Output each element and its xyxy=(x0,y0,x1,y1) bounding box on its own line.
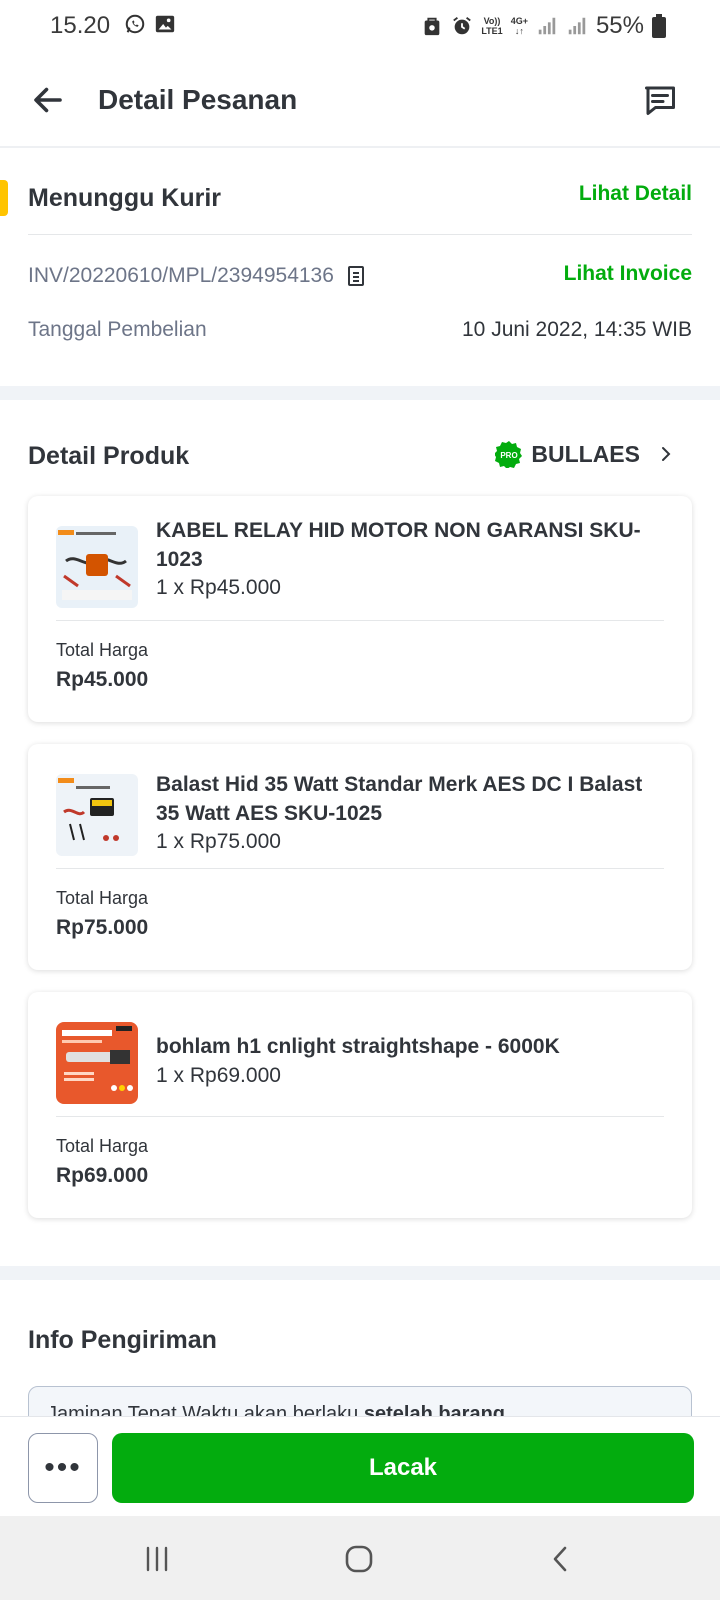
total-price: Rp45.000 xyxy=(56,668,149,691)
shop-name: BULLAES xyxy=(531,440,640,467)
whatsapp-icon xyxy=(125,14,145,34)
section-separator xyxy=(0,386,720,400)
divider xyxy=(56,620,664,621)
signal-icon xyxy=(538,17,556,35)
product-image xyxy=(56,1022,138,1104)
pro-badge-text: PRO xyxy=(501,451,518,460)
total-label: Total Harga xyxy=(56,1136,149,1156)
invoice-row: INV/20220610/MPL/2394954136 xyxy=(28,264,366,288)
purchase-date: 10 Juni 2022, 14:35 WIB xyxy=(462,318,692,341)
alarm-icon xyxy=(453,17,472,35)
product-quantity: 1 x Rp75.000 xyxy=(156,830,281,853)
product-card[interactable]: KABEL RELAY HID MOTOR NON GARANSI SKU-10… xyxy=(28,496,692,722)
track-button[interactable]: Lacak xyxy=(112,1433,694,1503)
divider xyxy=(56,868,664,869)
total-label: Total Harga xyxy=(56,888,149,908)
battery-percent: 55% xyxy=(595,12,644,39)
chevron-right-icon xyxy=(662,447,671,461)
product-name: Balast Hid 35 Watt Standar Merk AES DC I… xyxy=(156,773,643,825)
network-label: 4G+ xyxy=(510,16,528,26)
product-section-title: Detail Produk xyxy=(28,442,190,470)
shipping-section-title: Info Pengiriman xyxy=(28,1326,217,1354)
gallery-icon xyxy=(155,15,175,33)
page-title: Detail Pesanan xyxy=(98,84,298,115)
status-bar: 15.20 Vo)) LTE1 4G+ ↓↑ 55% xyxy=(0,0,720,52)
bottom-action-bar: ••• Lacak xyxy=(0,1416,720,1516)
total-price: Rp75.000 xyxy=(56,916,149,939)
recent-apps-icon[interactable] xyxy=(142,1544,172,1574)
total-price: Rp69.000 xyxy=(56,1164,149,1187)
invoice-number: INV/20220610/MPL/2394954136 xyxy=(28,264,334,287)
total-label: Total Harga xyxy=(56,640,149,660)
signal-icon-2 xyxy=(568,17,586,35)
product-name: KABEL RELAY HID MOTOR NON GARANSI SKU-10… xyxy=(156,519,641,571)
lte-label: LTE1 xyxy=(481,26,503,36)
purchase-date-label: Tanggal Pembelian xyxy=(28,318,207,341)
product-card[interactable]: Balast Hid 35 Watt Standar Merk AES DC I… xyxy=(28,744,692,970)
product-name: bohlam h1 cnlight straightshape - 6000K xyxy=(156,1035,560,1058)
volte-label: Vo)) xyxy=(483,16,501,26)
order-status-section: Menunggu Kurir Lihat Detail INV/20220610… xyxy=(0,150,720,386)
pro-badge-icon: PRO xyxy=(495,441,523,468)
copy-icon[interactable] xyxy=(346,264,366,288)
status-time: 15.20 xyxy=(50,12,111,39)
lihat-detail-link[interactable]: Lihat Detail xyxy=(579,182,692,206)
lihat-invoice-link[interactable]: Lihat Invoice xyxy=(564,262,692,286)
product-image xyxy=(56,774,138,856)
divider xyxy=(28,234,692,235)
product-quantity: 1 x Rp45.000 xyxy=(156,576,281,599)
data-arrows-icon: ↓↑ xyxy=(514,26,524,36)
status-accent xyxy=(0,180,8,216)
home-icon[interactable] xyxy=(344,1544,374,1574)
back-arrow-icon[interactable] xyxy=(30,82,66,118)
more-options-button[interactable]: ••• xyxy=(28,1433,98,1503)
battery-icon xyxy=(652,14,666,38)
product-image xyxy=(56,526,138,608)
order-status-title: Menunggu Kurir xyxy=(28,184,222,212)
section-separator xyxy=(0,1266,720,1280)
back-nav-icon[interactable] xyxy=(546,1544,576,1574)
app-header: Detail Pesanan xyxy=(0,60,720,148)
divider xyxy=(56,1116,664,1117)
chat-icon[interactable] xyxy=(642,82,678,118)
system-nav-bar xyxy=(0,1516,720,1600)
product-card[interactable]: bohlam h1 cnlight straightshape - 6000K … xyxy=(28,992,692,1218)
product-quantity: 1 x Rp69.000 xyxy=(156,1064,281,1087)
shop-link[interactable]: PRO BULLAES xyxy=(495,440,676,468)
recycle-lock-icon xyxy=(425,17,440,36)
